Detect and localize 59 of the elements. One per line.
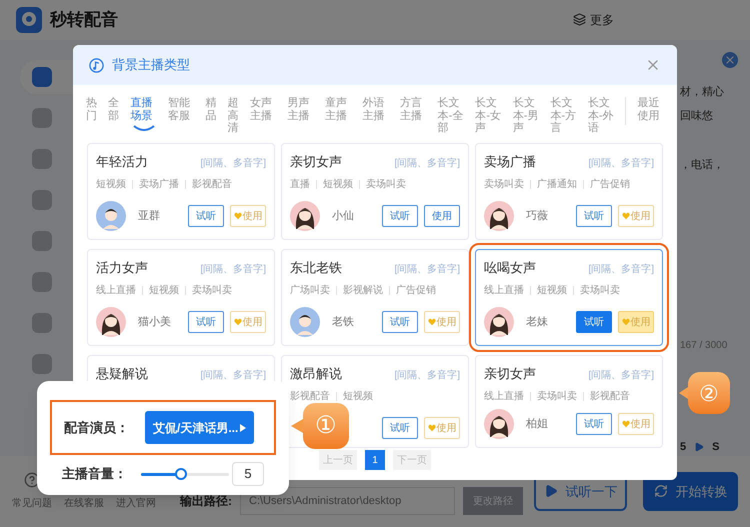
- char-counter: 167 / 3000: [680, 339, 728, 354]
- tag-label: 短视频: [323, 178, 353, 192]
- note-label: [间隔、多音字]: [588, 262, 654, 277]
- tag-label: 短视频: [537, 284, 567, 298]
- tag-label: 广告促销: [590, 178, 630, 192]
- output-label: 输出路径:: [180, 493, 232, 510]
- tag-label: 卖场叫卖: [580, 284, 620, 298]
- note-label: [间隔、多音字]: [394, 262, 460, 277]
- tag-label: 卖场叫卖: [366, 178, 406, 192]
- card-title: 激昂解说: [290, 365, 342, 383]
- text-fragment: 回味悠: [680, 109, 714, 124]
- tag-label: 影视配音: [290, 390, 330, 404]
- card-title: 悬疑解说: [96, 365, 148, 383]
- text-fragment: 材，精心: [680, 84, 725, 100]
- note-label: [间隔、多音字]: [394, 368, 460, 383]
- tag-label: 线上直播: [96, 284, 136, 298]
- tag-label: 广场叫卖: [290, 284, 330, 298]
- voice-actor-label: 配音演员：: [64, 418, 129, 437]
- note-label: [间隔、多音字]: [200, 368, 266, 383]
- tag-label: 卖场广播: [139, 178, 179, 192]
- tag-label: 短视频: [96, 178, 126, 192]
- tag-label: 线上直播: [484, 390, 524, 404]
- speaker-name: 猫小美: [138, 314, 171, 330]
- tag-label: 卖场叫卖: [484, 178, 524, 192]
- note-label: [间隔、多音字]: [200, 156, 266, 171]
- tag-label: 线上直播: [484, 284, 524, 298]
- speaker-name: 亚群: [138, 208, 160, 224]
- card-title: 活力女声: [96, 259, 148, 277]
- volume-label: 主播音量：: [62, 465, 127, 484]
- tag-label: 直播: [290, 178, 310, 192]
- note-label: [间隔、多音字]: [200, 262, 266, 277]
- card-title: 卖场广播: [484, 153, 536, 171]
- tag-label: 卖场叫卖: [192, 284, 232, 298]
- tag-label: 广播通知: [537, 178, 577, 192]
- speaker-name: 巧薇: [526, 208, 548, 224]
- note-label: [间隔、多音字]: [588, 156, 654, 171]
- tag-label: 短视频: [149, 284, 179, 298]
- note-label: [间隔、多音字]: [394, 156, 460, 171]
- app-title: 秒转配音: [50, 9, 118, 32]
- text-fragment: ，电话，: [680, 158, 725, 173]
- card-title: 亲切女声: [484, 365, 536, 383]
- card-title: 亲切女声: [290, 153, 342, 171]
- speaker-name: 老妹: [526, 314, 548, 330]
- tag-label: 影视解说: [343, 284, 383, 298]
- dialog-title: 背景主播类型: [112, 56, 190, 74]
- tag-label: 影视配音: [192, 178, 232, 192]
- speaker-name: 小仙: [332, 208, 354, 224]
- tag-label: 短视频: [343, 390, 373, 404]
- speaker-name: 柏姐: [526, 416, 548, 432]
- note-label: [间隔、多音字]: [588, 368, 654, 383]
- player-label: 5: [680, 440, 686, 456]
- player-label: S: [712, 440, 720, 456]
- tag-label: 影视配音: [590, 390, 630, 404]
- tag-label: 卖场叫卖: [537, 390, 577, 404]
- tag-label: 广告促销: [396, 284, 436, 298]
- card-title: 吆喝女声: [484, 259, 536, 277]
- speaker-name: 老铁: [332, 314, 354, 330]
- card-title: 东北老铁: [290, 259, 342, 277]
- card-title: 年轻活力: [96, 153, 148, 171]
